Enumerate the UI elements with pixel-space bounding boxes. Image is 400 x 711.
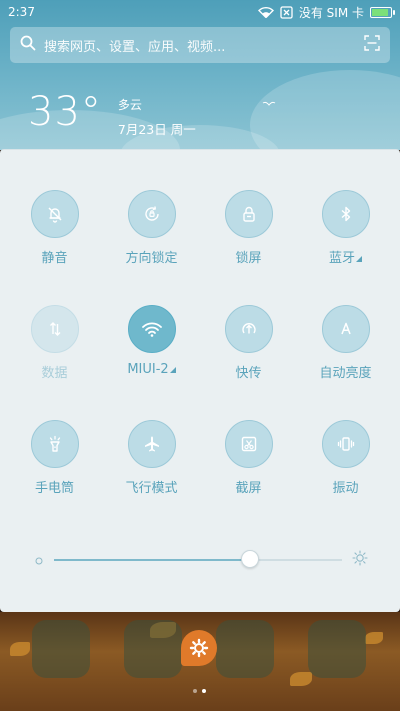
toggle-label-text: 数据: [41, 366, 68, 381]
app-icon[interactable]: [216, 620, 274, 678]
toggle-label: 手电筒: [35, 477, 74, 496]
weather-header: 2:37 没有 SIM 卡 搜索网页、设置、应用、视频... 33° 多云 7月…: [0, 0, 400, 150]
toggle-label: 数据: [41, 362, 67, 381]
quick-transfer-icon[interactable]: [224, 305, 273, 353]
app-icon[interactable]: [308, 620, 366, 678]
wifi-icon[interactable]: [127, 305, 176, 353]
wifi-icon: [257, 6, 274, 18]
brightness-high-icon: [352, 550, 368, 570]
search-bar[interactable]: 搜索网页、设置、应用、视频...: [10, 27, 390, 63]
toggle-label: 自动亮度: [319, 362, 371, 381]
brightness-slider[interactable]: [34, 548, 368, 572]
toggle-wifi[interactable]: MIUI-2: [103, 305, 200, 381]
toggle-label: 振动: [332, 477, 358, 496]
toggle-grid: 静音 方向锁定 锁屏 蓝牙数据 MIUI-2 快传 自动亮度手电筒 飞行模式 截屏 振动: [6, 190, 394, 496]
toggle-label-text: 自动亮度: [319, 366, 372, 381]
quick-settings-panel: 静音 方向锁定 锁屏 蓝牙数据 MIUI-2 快传 自动亮度手电筒 飞行模式 截屏 振动: [0, 149, 400, 612]
toggle-label: 锁屏: [235, 247, 261, 266]
toggle-label-text: 振动: [332, 481, 359, 496]
vibrate-icon[interactable]: [321, 420, 370, 468]
toggle-label: 飞行模式: [125, 477, 177, 496]
home-screen-background: [0, 612, 400, 711]
weather-widget[interactable]: 33° 多云 7月23日 周一: [28, 92, 196, 138]
app-icon[interactable]: [32, 620, 90, 678]
brightness-fill: [54, 559, 250, 561]
mobile-data-icon[interactable]: [30, 305, 79, 353]
battery-level: [372, 8, 389, 16]
toggle-lock[interactable]: 锁屏: [200, 190, 297, 266]
bluetooth-icon[interactable]: [321, 190, 370, 238]
auto-brightness-icon[interactable]: [321, 305, 370, 353]
toggle-bluetooth[interactable]: 蓝牙: [297, 190, 394, 266]
toggle-label-text: 飞行模式: [125, 481, 178, 496]
toggle-label: 截屏: [235, 477, 261, 496]
toggle-label: 静音: [41, 247, 67, 266]
toggle-screenshot[interactable]: 截屏: [200, 420, 297, 496]
expand-corner-icon: [169, 367, 176, 373]
search-input[interactable]: 搜索网页、设置、应用、视频...: [44, 36, 364, 55]
toggle-label-text: 截屏: [235, 481, 262, 496]
toggle-label-text: 锁屏: [235, 251, 262, 266]
toggle-quick-transfer[interactable]: 快传: [200, 305, 297, 381]
toggle-rotation-lock[interactable]: 方向锁定: [103, 190, 200, 266]
airplane-icon[interactable]: [127, 420, 176, 468]
settings-gear-icon[interactable]: [181, 630, 217, 666]
temperature: 33°: [28, 89, 102, 135]
toggle-bell-off[interactable]: 静音: [6, 190, 103, 266]
app-icon[interactable]: [124, 620, 182, 678]
page-dot: [202, 689, 206, 693]
toggle-label-text: 蓝牙: [328, 251, 355, 266]
toggle-label-text: 快传: [235, 366, 262, 381]
weather-date: 7月23日 周一: [117, 122, 196, 137]
toggle-label-text: 方向锁定: [125, 251, 178, 266]
sim-x-icon: [280, 5, 293, 19]
toggle-label: 方向锁定: [125, 247, 177, 266]
status-bar: 2:37 没有 SIM 卡: [0, 0, 400, 24]
rotation-lock-icon[interactable]: [127, 190, 176, 238]
toggle-label-text: MIUI-2: [127, 362, 169, 377]
lock-icon[interactable]: [224, 190, 273, 238]
toggle-mobile-data[interactable]: 数据: [6, 305, 103, 381]
page-indicator: [193, 689, 206, 693]
search-icon: [20, 35, 36, 55]
toggle-flashlight[interactable]: 手电筒: [6, 420, 103, 496]
toggle-airplane[interactable]: 飞行模式: [103, 420, 200, 496]
carrier-text: 没有 SIM 卡: [298, 5, 364, 20]
bird-icon: [262, 92, 276, 111]
brightness-track[interactable]: [54, 550, 342, 568]
toggle-label: 快传: [235, 362, 261, 381]
flashlight-icon[interactable]: [30, 420, 79, 468]
battery-icon: [370, 6, 395, 18]
toggle-label-text: 静音: [41, 251, 68, 266]
toggle-label: MIUI-2: [127, 362, 176, 377]
toggle-vibrate[interactable]: 振动: [297, 420, 394, 496]
screenshot-icon[interactable]: [224, 420, 273, 468]
page-dot: [193, 689, 197, 693]
bell-off-icon[interactable]: [30, 190, 79, 238]
toggle-label-text: 手电筒: [34, 481, 74, 496]
toggle-auto-brightness[interactable]: 自动亮度: [297, 305, 394, 381]
weather-condition: 多云: [117, 98, 142, 112]
brightness-low-icon: [34, 551, 44, 570]
status-time: 2:37: [8, 5, 35, 19]
expand-corner-icon: [356, 256, 362, 262]
brightness-thumb[interactable]: [240, 550, 259, 568]
scan-icon[interactable]: [364, 35, 380, 55]
toggle-label: 蓝牙: [329, 247, 362, 266]
